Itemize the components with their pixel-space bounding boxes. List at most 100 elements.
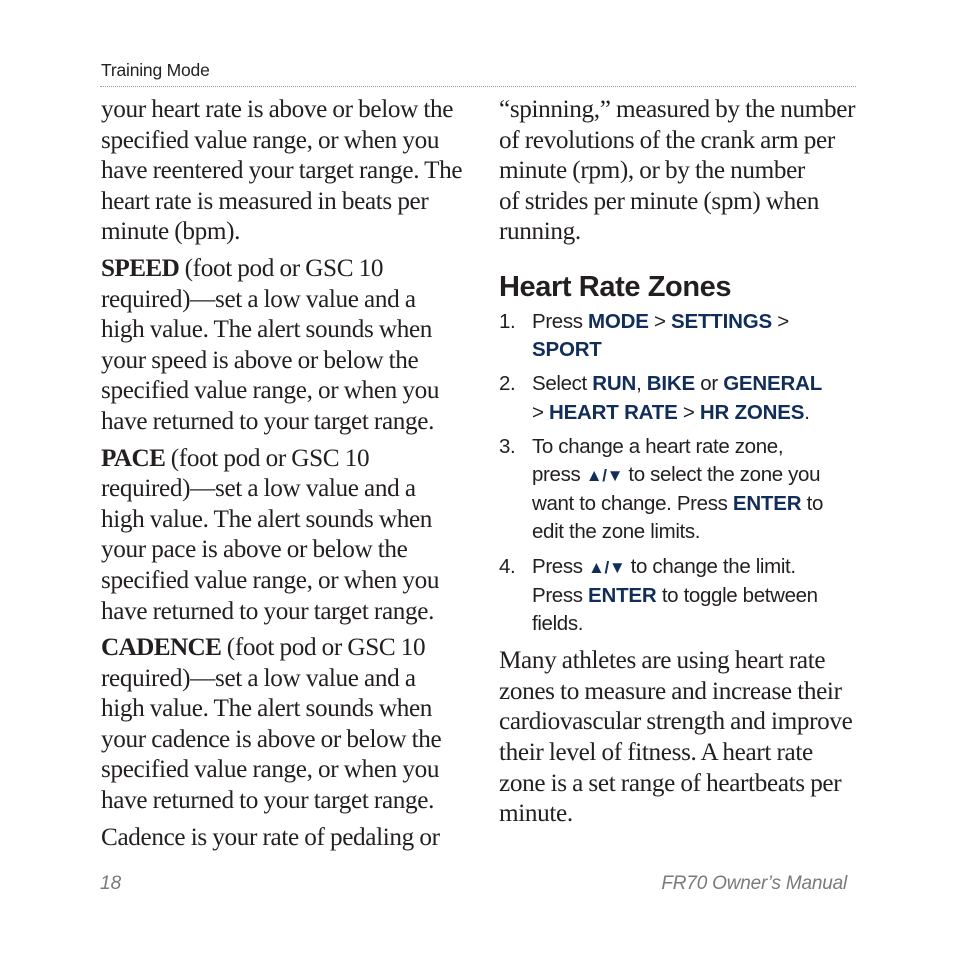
text-line: Press ENTER to toggle between: [532, 582, 871, 610]
text-line: have returned to your target range.: [101, 597, 435, 625]
keyword-enter: ENTER: [732, 492, 802, 516]
text-line: your heart rate is above or below the: [101, 96, 454, 123]
step-3: 3. To change a heart rate zone, press ▲/…: [499, 433, 871, 547]
text-line: minute.: [499, 800, 573, 828]
right-column: “spinning,” measured by the number of re…: [499, 95, 871, 836]
text-line: of strides per minute (spm) when: [499, 187, 819, 215]
keyword-hr-zones: HR ZONES: [699, 400, 805, 424]
keyword-general: GENERAL: [723, 372, 823, 396]
text-line: To change a heart rate zone,: [532, 434, 784, 458]
running-head: Training Mode: [101, 60, 210, 80]
text-line: Many athletes are using heart rate: [499, 647, 826, 675]
text-fragment: .: [804, 400, 810, 424]
text-fragment: press: [532, 462, 586, 486]
step-number: 3.: [499, 434, 516, 458]
up-down-arrows-icon: ▲/▼: [585, 465, 624, 485]
text-line: have reentered your target range. The: [101, 157, 463, 185]
step-number: 2.: [499, 372, 516, 396]
cadence-definition-start: Cadence is your rate of pedaling or: [101, 823, 473, 854]
text-fragment: to change the limit.: [625, 554, 796, 578]
text-fragment: (foot pod or GSC 10: [221, 634, 426, 662]
text-line: specified value range, or when you: [101, 566, 440, 594]
text-line: high value. The alert sounds when: [101, 316, 433, 344]
text-fragment: (foot pod or GSC 10: [165, 444, 370, 472]
text-fragment: want to change. Press: [532, 492, 733, 516]
text-line: of revolutions of the crank arm per: [499, 126, 835, 154]
text-fragment: (foot pod or GSC 10: [179, 254, 384, 282]
keyword-sport: SPORT: [532, 338, 602, 362]
step-1: 1. Press MODE > SETTINGS > SPORT: [499, 308, 871, 364]
text-line: running.: [499, 218, 581, 246]
text-line: zones to measure and increase their: [499, 677, 842, 705]
step-number: 4.: [499, 554, 516, 578]
text-line: CADENCE (foot pod or GSC 10: [101, 633, 473, 664]
step-number: 1.: [499, 309, 516, 333]
manual-title: FR70 Owner’s Manual: [661, 873, 847, 894]
text-line: Select RUN, BIKE or GENERAL: [532, 370, 871, 398]
text-line: required)—set a low value and a: [101, 285, 416, 313]
keyword-run: RUN: [592, 372, 637, 396]
text-fragment: Press: [532, 583, 588, 607]
text-line: edit the zone limits.: [532, 520, 701, 544]
text-line: heart rate is measured in beats per: [101, 187, 429, 215]
text-line: “spinning,” measured by the number: [499, 96, 856, 123]
text-line: have returned to your target range.: [101, 787, 435, 815]
left-column: your heart rate is above or below the sp…: [101, 95, 473, 859]
text-line: specified value range, or when you: [101, 377, 440, 405]
text-line: required)—set a low value and a: [101, 664, 416, 692]
step-2: 2. Select RUN, BIKE or GENERAL > HEART R…: [499, 370, 871, 426]
cadence-term: CADENCE: [101, 634, 222, 662]
section-heading-heart-rate-zones: Heart Rate Zones: [499, 270, 732, 303]
text-line: want to change. Press ENTER to: [532, 490, 871, 518]
text-line: > HEART RATE > HR ZONES.: [532, 399, 871, 427]
pace-term: PACE: [101, 444, 166, 472]
step-4: 4. Press ▲/▼ to change the limit. Press …: [499, 553, 871, 639]
text-line: your cadence is above or below the: [101, 725, 442, 753]
text-line: high value. The alert sounds when: [101, 505, 433, 533]
up-down-arrows-icon: ▲/▼: [588, 557, 626, 577]
keyword-enter: ENTER: [588, 583, 657, 607]
text-fragment: to toggle between: [656, 583, 818, 607]
text-fragment: ,: [636, 372, 647, 396]
text-line: Press ▲/▼ to change the limit.: [532, 553, 871, 582]
text-fragment: Press: [532, 309, 588, 333]
text-line: minute (bpm).: [101, 218, 241, 246]
text-fragment: to: [801, 492, 824, 516]
header-dotted-rule: [100, 86, 856, 87]
keyword-bike: BIKE: [646, 372, 695, 396]
text-fragment: >: [771, 309, 789, 333]
keyword-mode: MODE: [588, 309, 649, 333]
text-fragment: >: [532, 400, 549, 424]
text-line: your pace is above or below the: [101, 536, 408, 564]
text-line: high value. The alert sounds when: [101, 695, 433, 723]
pace-paragraph: PACE (foot pod or GSC 10 required)—set a…: [101, 444, 473, 628]
page-number: 18: [100, 873, 122, 894]
text-line: press ▲/▼ to select the zone you: [532, 461, 871, 490]
text-line: specified value range, or when you: [101, 126, 440, 154]
speed-paragraph: SPEED (foot pod or GSC 10 required)—set …: [101, 254, 473, 438]
text-fragment: to select the zone you: [623, 462, 821, 486]
text-line: SPEED (foot pod or GSC 10: [101, 254, 473, 285]
text-line: PACE (foot pod or GSC 10: [101, 444, 473, 475]
text-line: Cadence is your rate of pedaling or: [101, 823, 440, 851]
intro-paragraph: your heart rate is above or below the sp…: [101, 95, 473, 248]
steps-list: 1. Press MODE > SETTINGS > SPORT 2. Sele…: [499, 308, 871, 638]
text-line: required)—set a low value and a: [101, 475, 416, 503]
text-line: have returned to your target range.: [101, 407, 435, 435]
text-line: zone is a set range of heartbeats per: [499, 769, 842, 797]
text-line: minute (rpm), or by the number: [499, 157, 805, 185]
keyword-heart-rate: HEART RATE: [548, 400, 678, 424]
cadence-definition-continued: “spinning,” measured by the number of re…: [499, 95, 871, 248]
text-line: specified value range, or when you: [101, 756, 440, 784]
text-fragment: Press: [532, 554, 588, 578]
text-line: your speed is above or below the: [101, 346, 419, 374]
text-fragment: >: [677, 400, 700, 424]
text-line: Press MODE > SETTINGS >: [532, 308, 871, 336]
text-fragment: Select: [532, 372, 593, 396]
text-fragment: >: [648, 309, 672, 333]
text-line: cardiovascular strength and improve: [499, 708, 853, 736]
text-line: fields.: [532, 612, 584, 635]
text-line: SPORT: [532, 336, 871, 364]
text-line: their level of fitness. A heart rate: [499, 738, 813, 766]
keyword-settings: SETTINGS: [671, 309, 772, 333]
